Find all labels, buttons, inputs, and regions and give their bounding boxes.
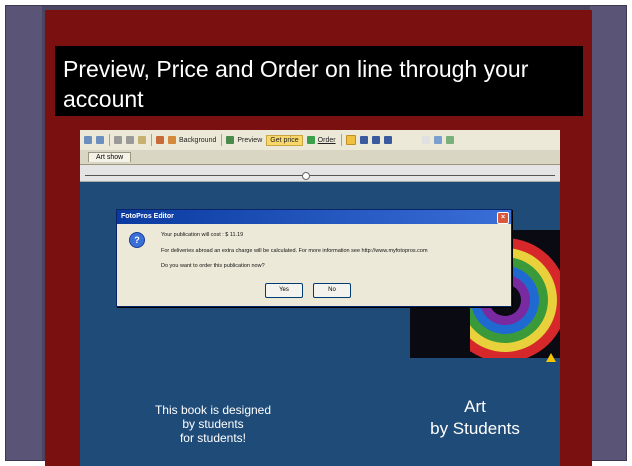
toolbar-separator [340,134,342,146]
caption-line: by Students [430,419,520,438]
get-price-button[interactable]: Get price [266,134,303,146]
question-icon: ? [129,232,145,248]
caption-line: This book is designed [154,403,272,417]
layout-icon[interactable] [345,135,356,145]
redo-icon[interactable] [96,136,104,144]
caption-line: for students! [179,431,247,445]
cut-icon[interactable] [114,136,122,144]
slide-background: Preview, Price and Order on line through… [0,0,632,466]
slide-title-box: Preview, Price and Order on line through… [55,46,583,116]
image-icon[interactable] [445,136,454,144]
toolbar-separator [109,134,110,146]
copy-icon[interactable] [126,136,134,144]
dialog-price-text: Your publication will cost : $ 11.19 [161,232,244,238]
toolbar-separator [151,134,152,146]
dialog-title: FotoPros Editor [121,213,174,220]
dialog-info-text: For deliveries abroad an extra charge wi… [161,248,428,254]
tab-strip: Art show [80,150,560,165]
align-icon[interactable] [359,136,368,144]
grid-icon[interactable] [383,136,392,144]
dialog-question-text: Do you want to order this publication no… [161,263,265,269]
background-icon[interactable] [168,136,176,144]
tab-art-show[interactable]: Art show [88,152,132,162]
preview-button[interactable]: Preview [237,137,262,144]
slide-title: Preview, Price and Order on line through… [63,56,529,112]
toolbar: Background Preview Get price Order [80,130,560,151]
order-button[interactable]: Order [318,137,336,144]
page-caption-right[interactable]: Art by Students [400,396,550,440]
paint-icon[interactable] [156,136,164,144]
close-icon[interactable]: × [497,212,509,224]
paste-icon[interactable] [138,136,146,144]
page-caption-left[interactable]: This book is designed by students for st… [128,403,298,445]
order-dialog: FotoPros Editor × ? Your publication wil… [116,209,512,307]
caption-line: Art [464,397,486,416]
left-border-stripe [6,6,42,460]
order-icon[interactable] [306,136,315,144]
yes-button[interactable]: Yes [265,283,303,298]
warning-icon [546,353,556,362]
undo-icon[interactable] [84,136,92,144]
right-border-stripe [590,6,626,460]
toolbar-separator [221,134,223,146]
canvas-ruler [80,165,560,182]
ruler-handle[interactable] [302,172,310,180]
background-button[interactable]: Background [179,137,216,144]
align-icon[interactable] [371,136,380,144]
caption-line: by students [182,417,244,431]
ruler-line [85,175,555,176]
app-screenshot: Background Preview Get price Order Art s… [80,130,560,466]
zoom-icon[interactable] [421,136,430,144]
no-button[interactable]: No [313,283,351,298]
dialog-titlebar: FotoPros Editor × [117,210,511,224]
page-icon[interactable] [433,136,442,144]
preview-icon[interactable] [226,136,235,144]
